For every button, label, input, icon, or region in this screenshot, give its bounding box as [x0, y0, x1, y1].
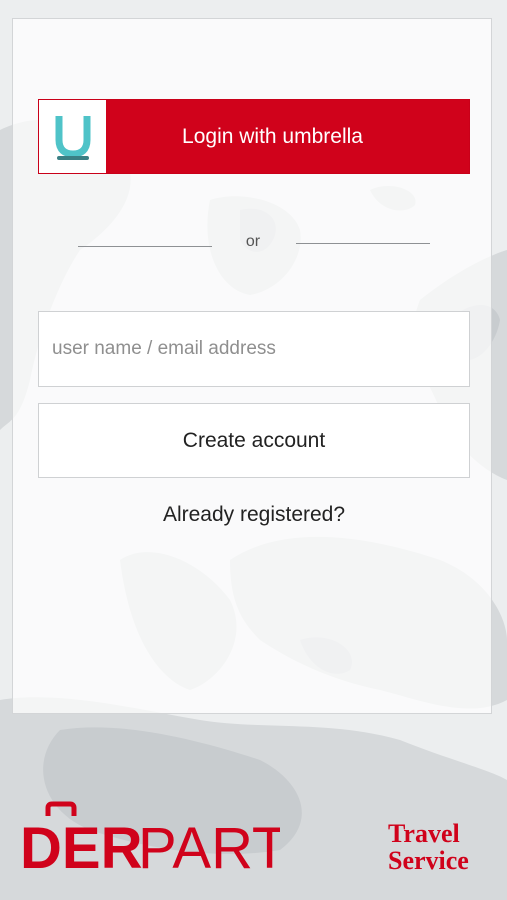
tagline-line-1: Travel	[388, 819, 460, 848]
username-email-input[interactable]	[39, 312, 469, 386]
username-field-container	[38, 311, 470, 387]
create-account-label: Create account	[182, 428, 326, 452]
logo-der-text: DER	[20, 816, 142, 875]
already-registered-link[interactable]: Already registered?	[38, 503, 470, 527]
divider-or-text: or	[245, 233, 261, 250]
luggage-icon	[45, 801, 77, 816]
logo-part-text: PART	[138, 816, 280, 875]
umbrella-button-label: Login with umbrella	[182, 124, 363, 148]
divider-line-left	[78, 246, 212, 247]
login-with-umbrella-button[interactable]: Login with umbrella	[38, 99, 470, 174]
umbrella-u-icon	[55, 115, 90, 160]
tagline-line-2: Service	[388, 846, 469, 875]
create-account-button[interactable]: Create account	[38, 403, 470, 478]
divider-line-right	[296, 243, 430, 244]
derpart-logo: DER PART	[20, 801, 280, 875]
umbrella-logo-box	[39, 100, 106, 173]
travel-service-tagline: Travel Service	[388, 820, 469, 874]
